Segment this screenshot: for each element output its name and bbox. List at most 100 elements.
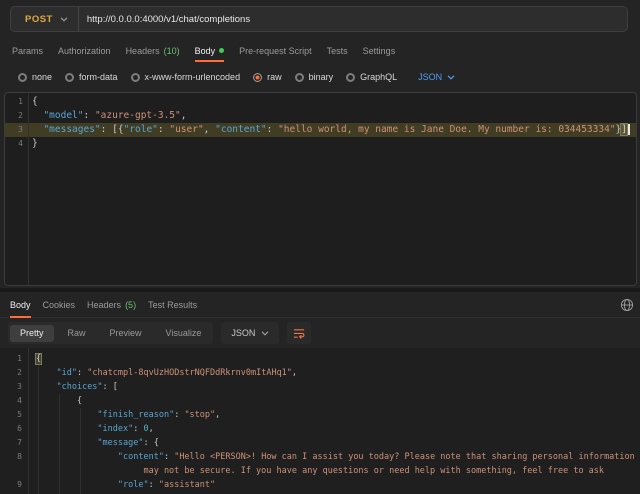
radio-icon (131, 73, 140, 82)
line-number: 5 (0, 408, 22, 422)
indent-guide (59, 394, 60, 494)
request-body-editor[interactable]: 1{2 "model": "azure-gpt-3.5",3 "messages… (4, 92, 637, 286)
chevron-down-icon (60, 17, 68, 22)
code-text: "index": 0, (22, 422, 640, 436)
line-number: 2 (0, 366, 22, 380)
code-text: { (22, 394, 640, 408)
line-number: 8 (0, 450, 22, 464)
globe-icon[interactable] (619, 298, 635, 314)
body-mode-row: none form-data x-www-form-urlencoded raw bin… (0, 66, 640, 88)
line-number: 1 (5, 95, 23, 109)
tab-label: Tests (327, 46, 348, 56)
response-body-editor[interactable]: 1{2 "id": "chatcmpl-8qvUzHODstrNQFDdRkrn… (0, 348, 640, 494)
code-line: 1{ (0, 352, 640, 366)
view-mode-raw[interactable]: Raw (58, 325, 96, 342)
tab-count-badge: (5) (125, 300, 136, 310)
code-text: "model": "azure-gpt-3.5", (23, 109, 636, 123)
radio-icon (65, 73, 74, 82)
token-p: : (149, 480, 159, 490)
radio-icon (18, 73, 27, 82)
code-line: 7 "message": { (0, 436, 640, 450)
token-p: : (101, 124, 112, 135)
response-code-rows: 1{2 "id": "chatcmpl-8qvUzHODstrNQFDdRkrn… (0, 348, 640, 494)
body-mode-label: binary (309, 72, 334, 82)
response-tabs: Body Cookies Headers (5) Test Results (0, 292, 640, 318)
code-text: "role": "assistant" (22, 478, 640, 492)
tab-pre-request-script[interactable]: Pre-request Script (239, 40, 312, 62)
token-bm: ] (621, 124, 627, 135)
response-language-dropdown[interactable]: JSON (221, 322, 279, 344)
body-mode-binary[interactable]: binary (295, 72, 334, 82)
url-input[interactable] (79, 14, 627, 25)
token-p: : (133, 424, 143, 434)
body-mode-none[interactable]: none (18, 72, 52, 82)
code-text: } (23, 137, 636, 151)
method-selector[interactable]: POST (11, 7, 78, 31)
line-number: 9 (0, 478, 22, 492)
tab-authorization[interactable]: Authorization (58, 40, 111, 62)
code-line: 3 "choices": [ (0, 380, 640, 394)
code-text: "message": { (22, 436, 640, 450)
view-mode-preview[interactable]: Preview (100, 325, 152, 342)
tab-count-badge: (10) (164, 46, 180, 56)
token-p: , (181, 110, 187, 121)
token-p (36, 438, 97, 448)
wrap-text-icon[interactable] (287, 322, 311, 344)
view-mode-pretty[interactable]: Pretty (10, 325, 54, 342)
code-line: 9 "role": "assistant" (0, 478, 640, 492)
token-p: : (77, 368, 87, 378)
token-k: "content" (118, 452, 164, 462)
body-mode-x-www-form-urlencoded[interactable]: x-www-form-urlencoded (131, 72, 241, 82)
body-mode-graphql[interactable]: GraphQL (346, 72, 397, 82)
response-tab-test-results[interactable]: Test Results (148, 292, 197, 318)
token-k: "message" (97, 438, 143, 448)
token-s: "assistant" (159, 480, 215, 490)
line-number: 3 (5, 123, 23, 137)
code-line: 3 "messages": [{"role": "user", "content… (5, 123, 636, 137)
unsaved-changes-dot (219, 48, 224, 53)
request-url-bar: POST (10, 6, 628, 32)
tab-headers[interactable]: Headers(10) (126, 40, 180, 62)
response-view-switcher: PrettyRawPreviewVisualize (8, 322, 213, 344)
tab-body[interactable]: Body (195, 40, 225, 62)
body-mode-label: GraphQL (360, 72, 397, 82)
body-mode-label: x-www-form-urlencoded (145, 72, 241, 82)
token-s: "stop" (184, 410, 215, 420)
line-number: 4 (5, 137, 23, 151)
code-text: may not be secure. If you have any quest… (22, 464, 640, 478)
token-p: : (174, 410, 184, 420)
token-k: "content" (215, 124, 266, 135)
token-p (36, 480, 118, 490)
token-p: { (32, 96, 38, 107)
body-language-label: JSON (418, 72, 442, 82)
response-tab-label: Headers (87, 300, 121, 310)
body-mode-raw[interactable]: raw (253, 72, 282, 82)
token-p (36, 466, 143, 476)
tab-params[interactable]: Params (12, 40, 43, 62)
radio-icon (253, 73, 262, 82)
response-tab-headers[interactable]: Headers (5) (87, 292, 136, 318)
view-mode-visualize[interactable]: Visualize (156, 325, 212, 342)
code-text: "messages": [{"role": "user", "content":… (23, 123, 636, 137)
chevron-down-icon (447, 75, 455, 80)
token-k: "choices" (56, 382, 102, 392)
response-tab-body[interactable]: Body (10, 292, 31, 318)
body-language-dropdown[interactable]: JSON (418, 72, 455, 82)
token-p (36, 452, 118, 462)
token-p: , (215, 410, 220, 420)
code-line: 8 "content": "Hello <PERSON>! How can I … (0, 450, 640, 464)
body-mode-form-data[interactable]: form-data (65, 72, 118, 82)
tab-settings[interactable]: Settings (363, 40, 396, 62)
token-p: } (32, 138, 38, 149)
response-tab-cookies[interactable]: Cookies (43, 292, 76, 318)
token-p: : { (143, 438, 158, 448)
token-k: "id" (56, 368, 76, 378)
token-p (32, 124, 43, 135)
radio-icon (295, 73, 304, 82)
token-s: "azure-gpt-3.5" (95, 110, 181, 121)
code-text: "content": "Hello <PERSON>! How can I as… (22, 450, 640, 464)
postman-dark-window: { "colors":{"accent":"#ff6c37","method_p… (0, 0, 640, 494)
tab-label: Body (195, 46, 216, 56)
code-line: 4 { (0, 394, 640, 408)
tab-tests[interactable]: Tests (327, 40, 348, 62)
